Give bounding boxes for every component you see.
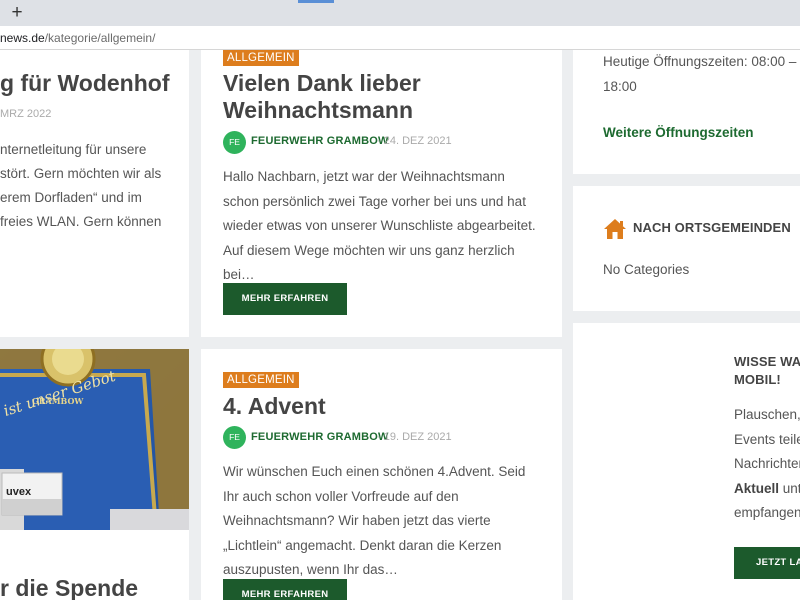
app-promo-text-rest: unt: [779, 480, 800, 496]
app-promo-heading-line: MOBIL!: [734, 372, 781, 387]
post-date: · 24. DEZ 2021: [377, 135, 452, 147]
left-post-excerpt-line: erem Dorfladen“ und im: [0, 190, 142, 205]
post-title-line: Vielen Dank lieber: [223, 70, 421, 96]
villages-widget: NACH ORTSGEMEINDEN No Categories: [573, 186, 800, 311]
app-promo-widget: WISSE WA MOBIL! Plauschen, Events teile …: [573, 323, 800, 600]
post-excerpt: Wir wünschen Euch einen schönen 4.Advent…: [223, 464, 526, 577]
app-promo-text-line: Aktuell unt: [734, 477, 800, 502]
opening-hours-text: Heutige Öffnungszeiten: 08:00 – 18:00: [603, 50, 796, 99]
url-path: /kategorie/allgemein/: [44, 31, 156, 45]
read-more-button[interactable]: MEHR ERFAHREN: [223, 283, 347, 315]
read-more-button[interactable]: MEHR ERFAHREN: [223, 579, 347, 600]
left-post-title[interactable]: g für Wodenhof: [0, 70, 169, 97]
author-avatar[interactable]: FE: [223, 131, 246, 154]
left-post-excerpt-line: freies WLAN. Gern können: [0, 214, 162, 229]
opening-hours-widget: Heutige Öffnungszeiten: 08:00 – 18:00 We…: [573, 50, 800, 174]
post-card: ALLGEMEIN 4. Advent FE FEUERWEHR GRAMBOW…: [201, 349, 562, 600]
post-title[interactable]: 4. Advent: [223, 393, 326, 420]
post-date: · 19. DEZ 2021: [377, 431, 452, 443]
category-badge[interactable]: ALLGEMEIN: [223, 50, 299, 66]
home-icon: [604, 219, 626, 239]
post-thumbnail-image[interactable]: GRAMBOW ist unser Gebot uvex: [0, 349, 189, 530]
category-badge[interactable]: ALLGEMEIN: [223, 372, 299, 388]
opening-hours-line: 18:00: [603, 78, 637, 94]
post-title-line: 4. Advent: [223, 393, 326, 419]
author-avatar[interactable]: FE: [223, 426, 246, 449]
app-promo-text-line: Plauschen,: [734, 407, 800, 422]
post-excerpt: Hallo Nachbarn, jetzt war der Weihnachts…: [223, 169, 536, 282]
left-post-title-2[interactable]: r die Spende: [0, 575, 138, 600]
post-title[interactable]: Vielen Dank lieber Weihnachtsmann: [223, 70, 421, 124]
banner-photo: GRAMBOW ist unser Gebot uvex: [0, 349, 189, 530]
app-promo-text-line: empfangen: [734, 505, 800, 520]
browser-tab-bar: +: [0, 0, 800, 26]
left-post-date: MRZ 2022: [0, 108, 52, 120]
more-opening-hours-link[interactable]: Weitere Öffnungszeiten: [603, 125, 754, 140]
app-promo-text-line: Events teile: [734, 431, 800, 447]
post-title-line: Weihnachtsmann: [223, 97, 413, 123]
post-author[interactable]: FEUERWEHR GRAMBOW: [251, 135, 389, 147]
villages-heading: NACH ORTSGEMEINDEN: [633, 220, 791, 235]
post-card: ALLGEMEIN Vielen Dank lieber Weihnachtsm…: [201, 50, 562, 337]
app-promo-heading: WISSE WA MOBIL!: [734, 353, 800, 389]
new-tab-button[interactable]: +: [6, 2, 28, 24]
app-promo-heading-line: WISSE WA: [734, 354, 800, 369]
opening-hours-line: Heutige Öffnungszeiten: 08:00 –: [603, 54, 797, 69]
app-promo-bold: Aktuell: [734, 480, 780, 496]
app-promo-text-line: Nachrichter: [734, 456, 800, 471]
photo-box-label: uvex: [6, 486, 32, 498]
left-post-excerpt-line: nternetleitung für unsere: [0, 142, 147, 157]
url-text[interactable]: news.de/kategorie/allgemein/: [0, 31, 155, 45]
post-author[interactable]: FEUERWEHR GRAMBOW: [251, 431, 389, 443]
url-domain: news.de: [0, 31, 45, 45]
download-app-button[interactable]: JETZT LAD: [734, 547, 800, 579]
address-bar[interactable]: news.de/kategorie/allgemein/: [0, 26, 800, 50]
left-post-card: g für Wodenhof MRZ 2022 nternetleitung f…: [0, 50, 189, 337]
app-promo-text: Plauschen, Events teile Nachrichter Aktu…: [734, 403, 800, 526]
active-tab-indicator: [298, 0, 334, 3]
left-post-excerpt-line: stört. Gern möchten wir als: [0, 166, 162, 181]
villages-empty-text: No Categories: [603, 262, 690, 277]
